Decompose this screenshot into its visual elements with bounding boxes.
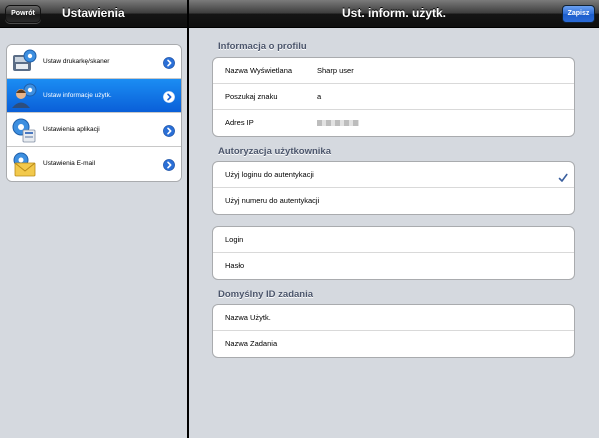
chevron-right-icon [163, 124, 175, 137]
menu-item-label: Ustaw informacje użytk. [43, 92, 112, 99]
credentials-group: Login Hasło [212, 226, 575, 280]
row-label: Użyj loginu do autentykacji [225, 170, 314, 179]
user-gear-icon [11, 83, 37, 109]
ip-address-redacted [317, 120, 359, 126]
row-label: Poszukaj znaku [225, 92, 278, 101]
password-row[interactable]: Hasło [213, 253, 574, 279]
menu-item-email-settings[interactable]: Ustawienia E-mail [7, 147, 181, 181]
section-header-profile: Informacja o profilu [218, 41, 307, 52]
display-name-value: Sharp user [317, 66, 354, 75]
back-button[interactable]: Powrót [5, 5, 41, 23]
auth-option-number[interactable]: Użyj numeru do autentykacji [213, 188, 574, 214]
row-label: Login [225, 235, 244, 244]
chevron-right-icon [163, 158, 175, 171]
job-id-group: Nazwa Użytk. Nazwa Zadania [212, 304, 575, 358]
email-gear-icon [11, 151, 37, 177]
detail-nav-bar: Ust. inform. użytk. Zapisz [189, 0, 599, 28]
checkmark-icon [558, 170, 568, 182]
menu-item-app-settings[interactable]: Ustawienia aplikacji [7, 113, 181, 147]
sidebar-title: Ustawienia [62, 6, 125, 20]
auth-group: Użyj loginu do autentykacji Użyj numeru … [212, 161, 575, 215]
app-window: Powrót Ustawienia Ustaw drukarkę/skaner [0, 0, 599, 438]
row-label: Adres IP [225, 118, 254, 127]
save-button[interactable]: Zapisz [562, 5, 595, 23]
menu-item-user-info[interactable]: Ustaw informacje użytk. [7, 79, 181, 113]
menu-item-label: Ustawienia aplikacji [43, 126, 100, 133]
row-label: Nazwa Użytk. [225, 313, 271, 322]
menu-item-printer-scanner[interactable]: Ustaw drukarkę/skaner [7, 45, 181, 79]
section-header-auth: Autoryzacja użytkownika [218, 146, 331, 157]
detail-pane: Ust. inform. użytk. Zapisz Informacja o … [189, 0, 599, 438]
printer-gear-icon [11, 49, 37, 75]
user-name-row[interactable]: Nazwa Użytk. [213, 305, 574, 331]
menu-item-label: Ustawienia E-mail [43, 160, 96, 167]
auth-option-login[interactable]: Użyj loginu do autentykacji [213, 162, 574, 188]
settings-menu: Ustaw drukarkę/skaner Ustaw informacje u… [6, 44, 182, 182]
profile-group: Nazwa Wyświetlana Sharp user Poszukaj zn… [212, 57, 575, 137]
row-label: Nazwa Zadania [225, 339, 278, 348]
menu-item-label: Ustaw drukarkę/skaner [43, 58, 110, 65]
job-name-row[interactable]: Nazwa Zadania [213, 331, 574, 357]
search-char-row[interactable]: Poszukaj znaku a [213, 84, 574, 110]
settings-sidebar: Powrót Ustawienia Ustaw drukarkę/skaner [0, 0, 187, 438]
app-gear-icon [11, 117, 37, 143]
section-header-job-id: Domyślny ID zadania [218, 289, 314, 300]
display-name-row[interactable]: Nazwa Wyświetlana Sharp user [213, 58, 574, 84]
login-row[interactable]: Login [213, 227, 574, 253]
search-char-value: a [317, 92, 322, 101]
ip-address-row[interactable]: Adres IP [213, 110, 574, 136]
chevron-right-icon [163, 56, 175, 69]
row-label: Użyj numeru do autentykacji [225, 196, 320, 205]
chevron-right-icon [163, 90, 175, 103]
page-title: Ust. inform. użytk. [341, 6, 446, 20]
sidebar-nav-bar: Powrót Ustawienia [0, 0, 187, 28]
row-label: Hasło [225, 261, 245, 270]
row-label: Nazwa Wyświetlana [225, 66, 293, 75]
